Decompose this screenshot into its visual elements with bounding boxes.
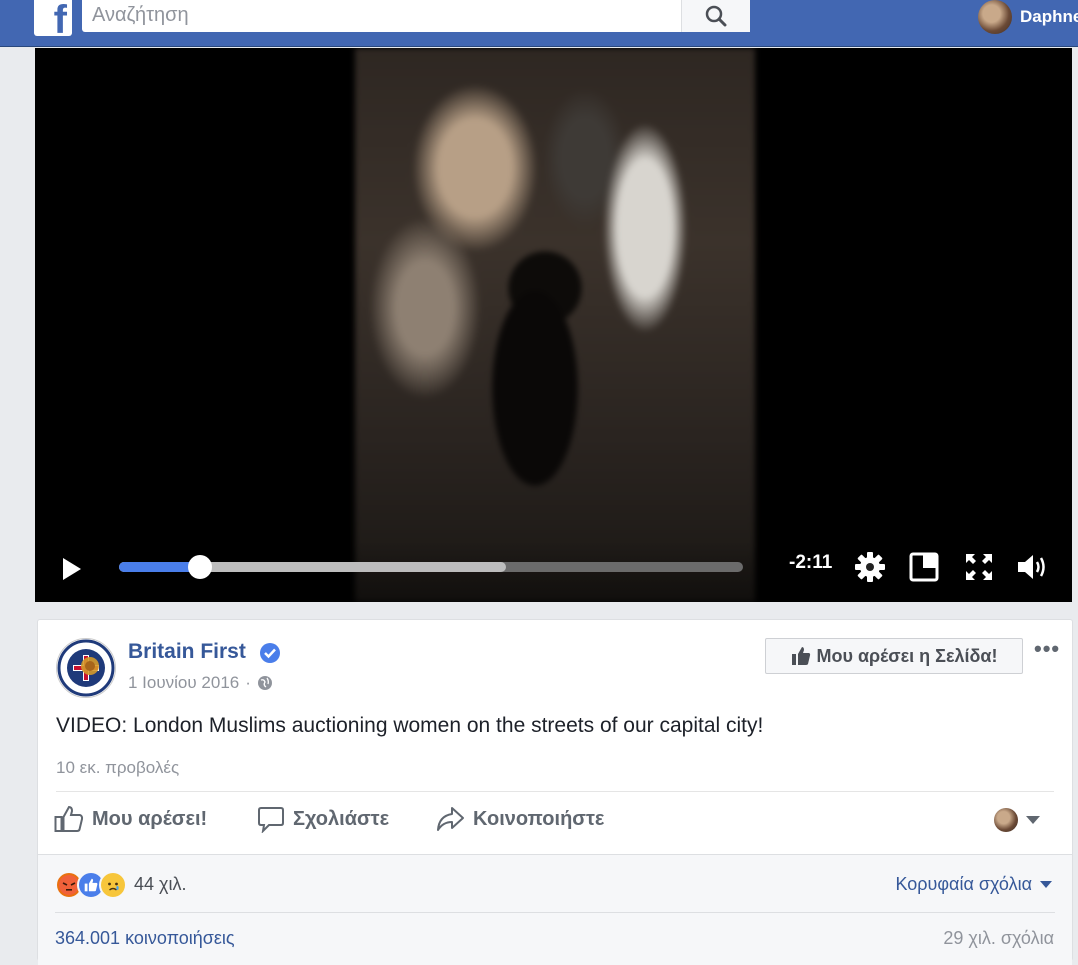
reactions-section: 44 χιλ. Κορυφαία σχόλια 364.001 κοινοποι… xyxy=(38,854,1072,965)
search-box[interactable]: Αναζήτηση xyxy=(82,0,750,32)
like-page-button[interactable]: Μου αρέσει η Σελίδα! xyxy=(765,638,1023,674)
search-input[interactable]: Αναζήτηση xyxy=(92,4,750,27)
volume-button[interactable] xyxy=(1016,550,1050,584)
divider xyxy=(55,912,1055,913)
more-options-button[interactable]: ••• xyxy=(1034,636,1060,662)
comment-icon xyxy=(258,807,284,833)
post-text: VIDEO: London Muslims auctioning women o… xyxy=(56,714,764,737)
comments-count[interactable]: 29 χιλ. σχόλια xyxy=(943,928,1054,949)
globe-icon xyxy=(257,676,272,690)
video-player[interactable]: -2:11 xyxy=(35,48,1072,602)
page-name-link[interactable]: Britain First xyxy=(128,640,246,664)
scrubber-handle[interactable] xyxy=(188,555,213,579)
post-date: 1 Ιουνίου 2016 · xyxy=(128,673,273,693)
gear-icon xyxy=(855,552,885,582)
play-icon xyxy=(63,558,81,580)
avatar xyxy=(994,808,1018,832)
settings-button[interactable] xyxy=(853,550,887,584)
shares-count[interactable]: 364.001 κοινοποιήσεις xyxy=(55,928,235,949)
search-button[interactable] xyxy=(681,0,750,32)
progress-bar[interactable] xyxy=(119,555,743,579)
top-bar: f Αναζήτηση Daphne xyxy=(0,0,1078,47)
more-options-icon: ••• xyxy=(1034,636,1061,661)
user-profile-link[interactable]: Daphne xyxy=(978,0,1078,34)
view-count: 10 εκ. προβολές xyxy=(56,758,180,777)
search-icon xyxy=(705,5,727,26)
share-label: Κοινοποιήστε xyxy=(473,807,605,830)
reaction-icons[interactable] xyxy=(55,871,127,899)
share-icon xyxy=(437,807,464,831)
chevron-down-icon xyxy=(1026,816,1040,824)
britain-first-logo-icon xyxy=(57,639,115,697)
thumbs-up-outline-icon xyxy=(54,805,84,832)
user-name: Daphne xyxy=(1020,7,1078,26)
volume-icon xyxy=(1018,555,1045,579)
thumbs-up-icon xyxy=(791,647,810,665)
facebook-logo-icon[interactable]: f xyxy=(34,0,72,40)
video-controls: -2:11 xyxy=(35,540,1072,602)
fullscreen-icon xyxy=(966,554,992,580)
verified-badge-icon xyxy=(260,643,280,663)
divider xyxy=(56,791,1054,792)
comment-button[interactable]: Σχολιάστε xyxy=(257,805,389,833)
post-date-link[interactable]: 1 Ιουνίου 2016 xyxy=(128,673,239,693)
reactions-count[interactable]: 44 χιλ. xyxy=(134,874,186,895)
separator-dot: · xyxy=(245,673,251,692)
video-frame[interactable] xyxy=(355,48,755,602)
play-button[interactable] xyxy=(61,556,83,582)
post-card: Britain First 1 Ιουνίου 2016 · Μου αρέσε… xyxy=(37,619,1073,965)
like-page-label: Μου αρέσει η Σελίδα! xyxy=(816,645,998,666)
post-as-selector[interactable] xyxy=(994,808,1040,832)
like-button[interactable]: Μου αρέσει! xyxy=(54,805,207,833)
like-label: Μου αρέσει! xyxy=(92,807,208,830)
sad-reaction-icon xyxy=(99,871,127,899)
fullscreen-button[interactable] xyxy=(962,550,996,584)
picture-in-picture-icon xyxy=(909,552,939,582)
comment-label: Σχολιάστε xyxy=(293,807,390,830)
time-remaining: -2:11 xyxy=(789,552,833,573)
page-avatar[interactable] xyxy=(56,638,116,698)
picture-in-picture-button[interactable] xyxy=(907,550,941,584)
top-comments-dropdown[interactable]: Κορυφαία σχόλια xyxy=(895,874,1052,895)
avatar xyxy=(978,0,1012,34)
share-button[interactable]: Κοινοποιήστε xyxy=(435,805,604,833)
chevron-down-icon xyxy=(1040,881,1052,888)
top-comments-label: Κορυφαία σχόλια xyxy=(895,874,1032,894)
